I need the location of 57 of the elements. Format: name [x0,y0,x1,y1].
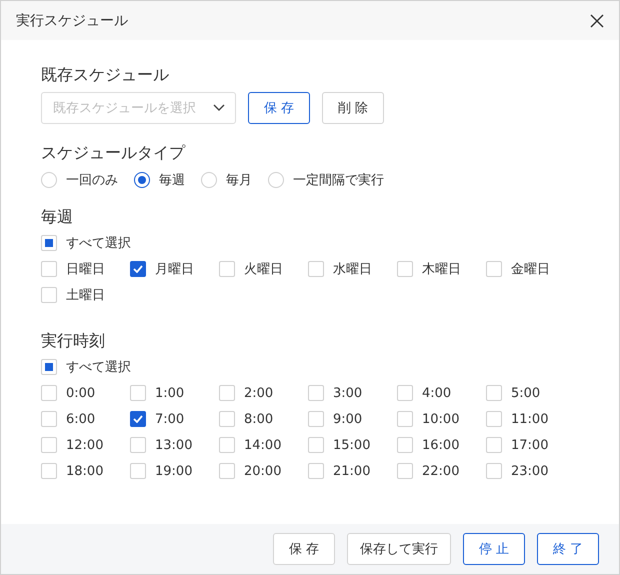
checkbox-label: 火曜日 [244,261,283,278]
section-label: スケジュールタイプ [41,142,186,164]
checkbox-label: 17:00 [511,438,548,452]
checkbox-label: 21:00 [333,464,370,478]
checkbox-label: 23:00 [511,464,548,478]
primary-button[interactable]: 停 止 [463,533,525,565]
checkbox-label: 9:00 [333,412,362,426]
chevron-down-icon [213,104,225,112]
checkbox-label: 水曜日 [333,261,372,278]
checkbox[interactable] [130,411,146,427]
section-label: 実行時刻 [41,330,106,352]
section-label: 毎週 [41,206,74,228]
checkbox-label: 13:00 [155,438,192,452]
checkbox-label: 8:00 [244,412,274,426]
checkbox-label: 5:00 [511,386,540,400]
radio-label: 毎週 [159,172,185,189]
button[interactable]: 保 存 [273,533,335,565]
checkbox-label: 10:00 [422,412,460,426]
checkbox-label: 19:00 [155,464,192,478]
primary-button[interactable]: 保 存 [248,92,310,124]
checkbox-label: 15:00 [333,438,370,452]
checkbox-label: 6:00 [66,412,96,426]
checkbox-label: 22:00 [422,464,460,478]
checkmark-icon [133,415,143,423]
checkbox-label: 月曜日 [155,261,194,278]
checkbox-label: 18:00 [66,464,104,478]
checkmark-icon [133,265,143,273]
checkbox-label: 4:00 [422,386,452,400]
checkbox-label: 木曜日 [422,261,461,278]
checkbox-label: 1:00 [155,386,184,400]
checkbox-label: 11:00 [511,412,548,426]
checkbox-label: 3:00 [333,386,362,400]
checkbox-label: 2:00 [244,386,274,400]
checkbox-label: 12:00 [66,438,104,452]
close-button[interactable] [589,12,605,28]
checkbox-label: 14:00 [244,438,282,452]
radio-label: 一定間隔で実行 [293,172,384,189]
section-label: 既存スケジュール [41,64,170,86]
radio-label: 毎月 [226,172,252,189]
checkbox-label: 土曜日 [66,287,105,304]
checkbox-label: 16:00 [422,438,460,452]
primary-button[interactable]: 終 了 [537,533,599,565]
radio-button[interactable] [134,172,150,188]
window-title: 実行スケジュール [16,12,128,30]
close-icon [590,14,604,28]
radio-label: 一回のみ [66,172,118,189]
checkbox-label: 7:00 [155,412,184,426]
checkbox[interactable] [130,261,146,277]
button[interactable]: 保存して実行 [347,533,451,565]
button[interactable]: 削 除 [322,92,384,124]
checkbox-label: 日曜日 [66,261,105,278]
checkbox-label: 0:00 [66,386,96,400]
checkbox-label: すべて選択 [66,235,131,252]
checkbox-label: 金曜日 [511,261,550,278]
checkbox-label: 20:00 [244,464,282,478]
dropdown-placeholder: 既存スケジュールを選択 [53,100,196,117]
checkbox-label: すべて選択 [66,359,131,376]
